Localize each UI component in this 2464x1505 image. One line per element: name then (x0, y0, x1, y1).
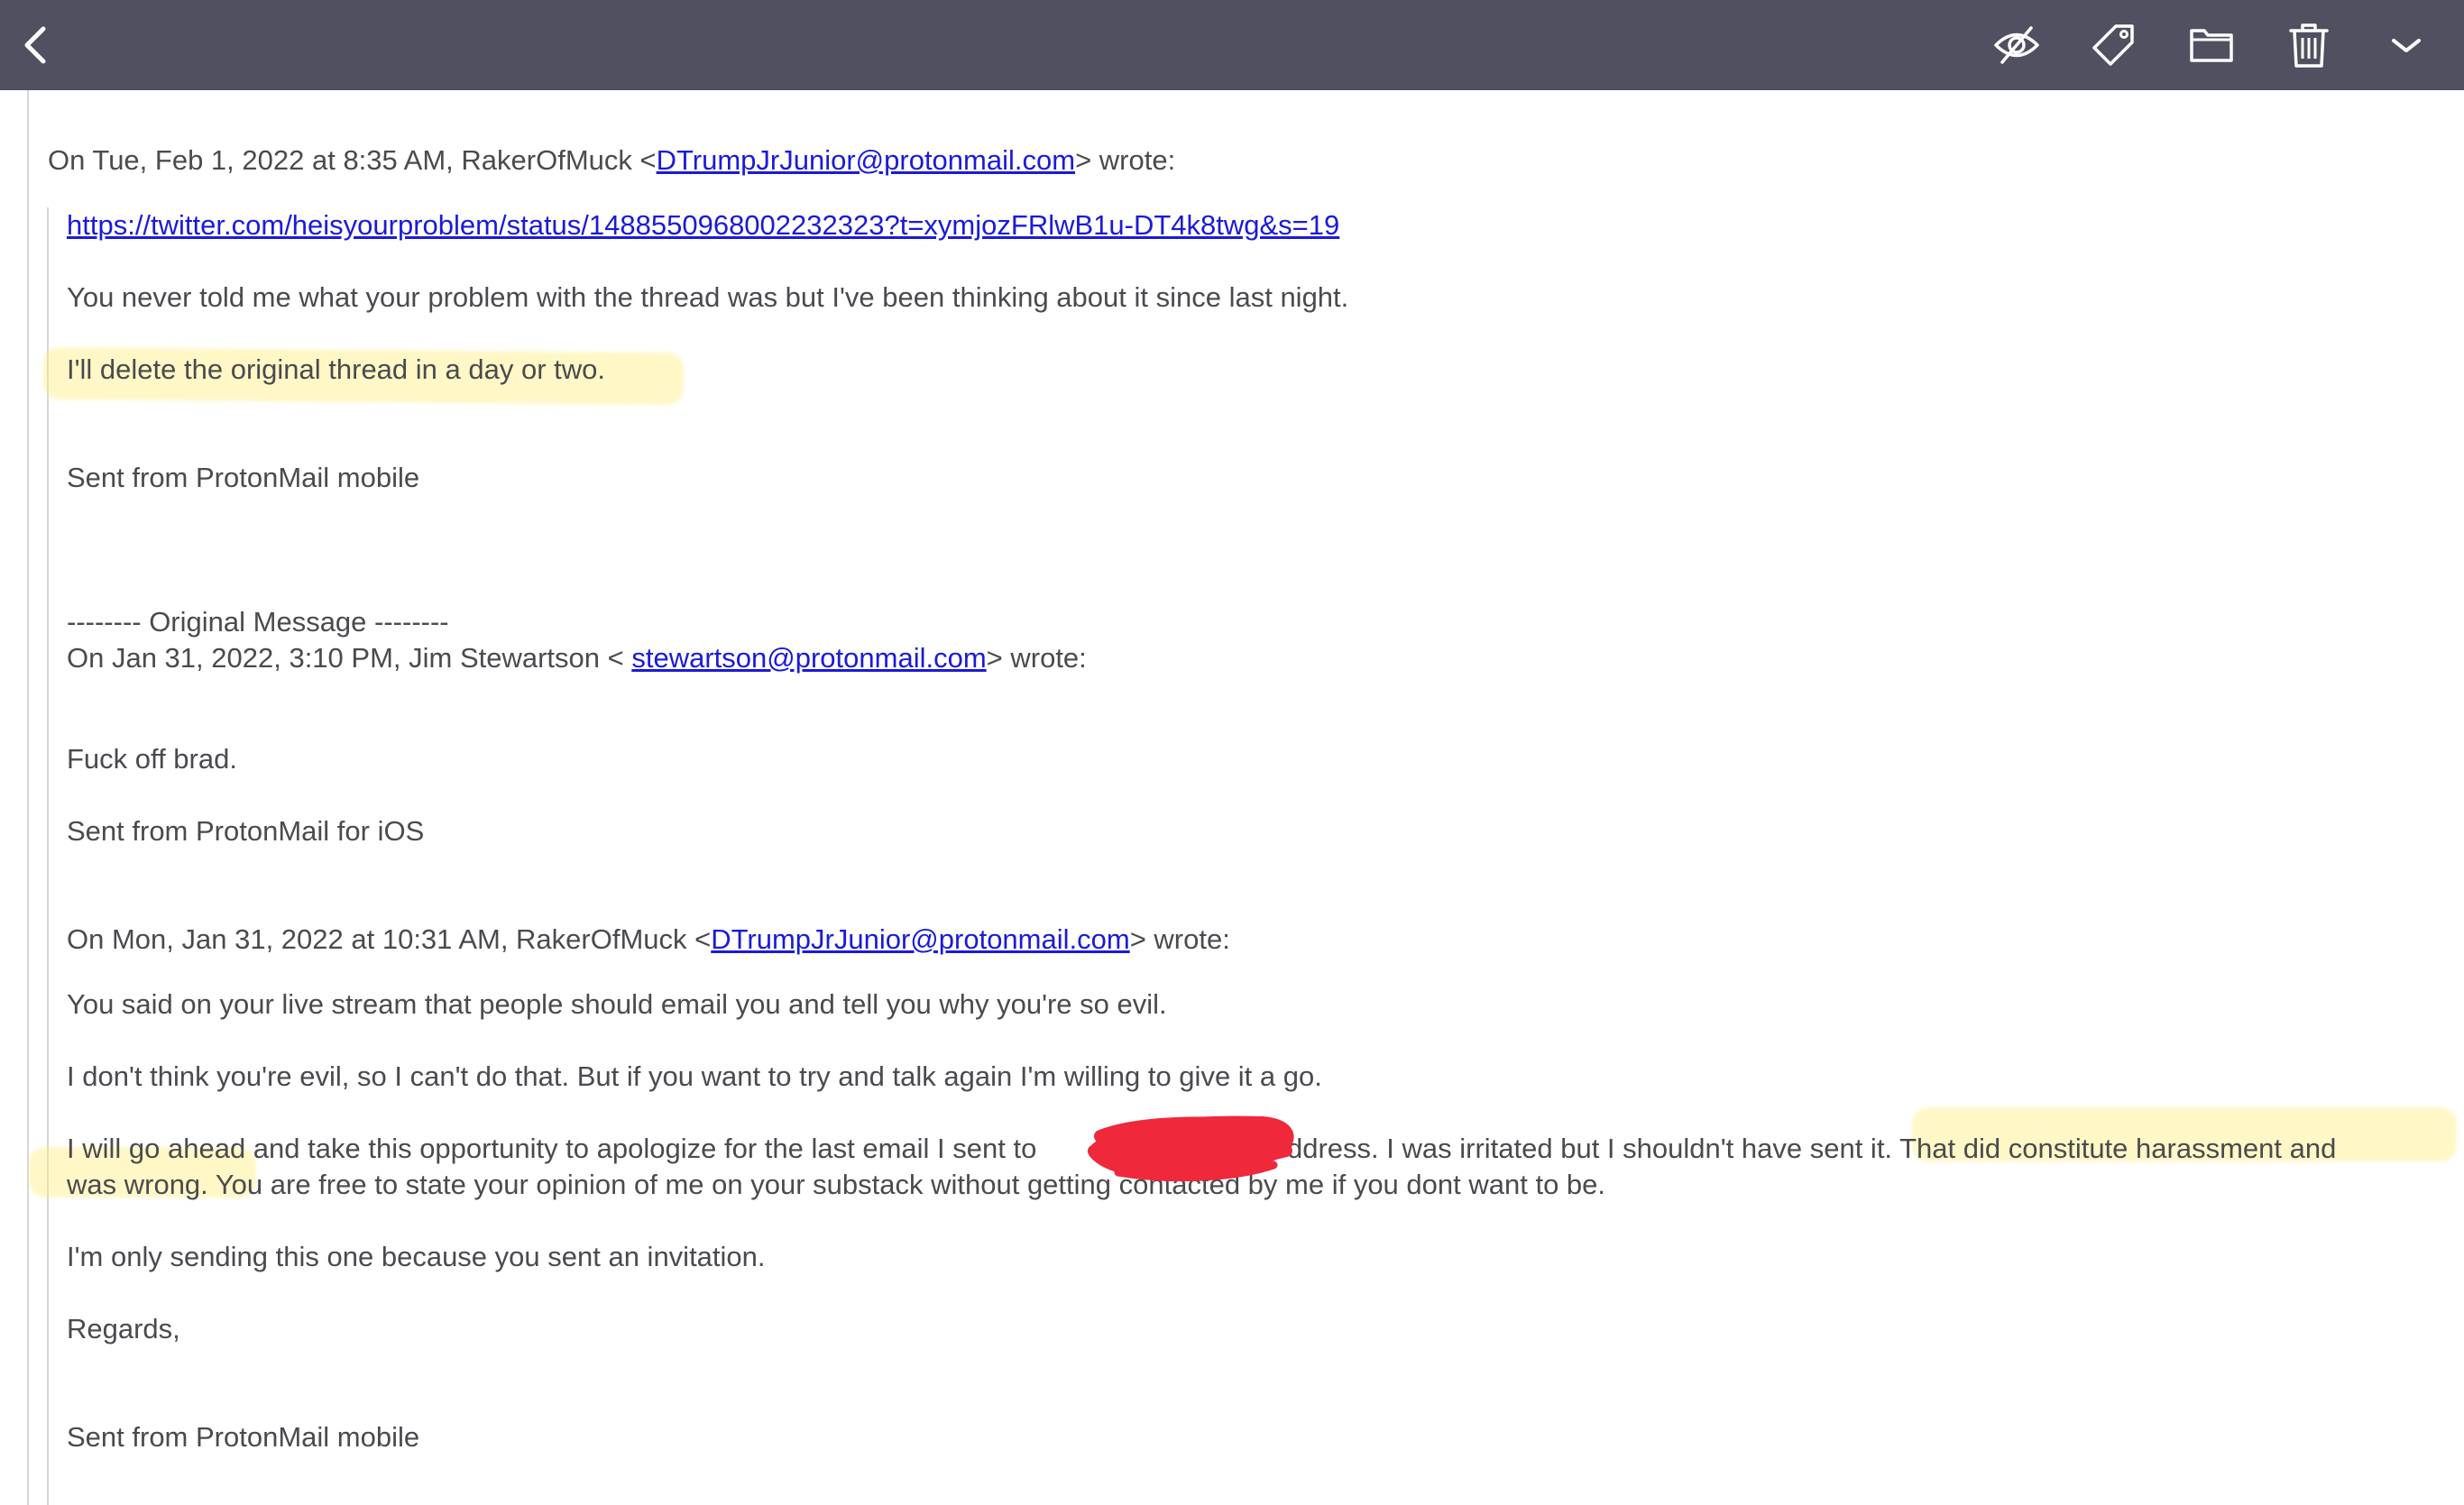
sender-email-link[interactable]: DTrumpJrJunior@protonmail.com (657, 144, 1075, 176)
signature: Sent from ProtonMail for iOS (67, 815, 425, 847)
quote-header: On Mon, Jan 31, 2022 at 10:31 AM, RakerO… (67, 922, 1230, 958)
paragraph: You said on your live stream that people… (67, 988, 1167, 1020)
paragraph: I don't think you're evil, so I can't do… (67, 1060, 1322, 1092)
toolbar (0, 0, 2464, 90)
move-to-folder-button[interactable] (2180, 14, 2243, 77)
signature: Sent from ProtonMail mobile (67, 1421, 420, 1453)
twitter-link[interactable]: https://twitter.com/heisyourproblem/stat… (67, 209, 1339, 241)
more-options-button[interactable] (2375, 14, 2438, 77)
paragraph-line: I will go ahead and take this opportunit… (67, 1133, 1037, 1164)
header-prefix: On Tue, Feb 1, 2022 at 8:35 AM, RakerOfM… (48, 144, 657, 176)
header-suffix: > wrote: (1075, 144, 1176, 176)
link-line: https://twitter.com/heisyourproblem/stat… (67, 207, 1339, 243)
mark-unread-button[interactable] (1985, 14, 2048, 77)
header-suffix: > wrote: (986, 642, 1087, 674)
quote-header: On Tue, Feb 1, 2022 at 8:35 AM, RakerOfM… (48, 142, 1175, 179)
paragraph-line: ddress. I was irritated but I shouldn't … (1287, 1133, 2337, 1164)
header-prefix: On Jan 31, 2022, 3:10 PM, Jim Stewartson… (67, 642, 632, 674)
paragraph-highlighted: I'll delete the original thread in a day… (67, 353, 605, 385)
email-body: On Tue, Feb 1, 2022 at 8:35 AM, RakerOfM… (0, 90, 2464, 1505)
closing: Regards, (67, 1313, 180, 1344)
chevron-left-icon (24, 26, 46, 64)
sender-email-link[interactable]: stewartson@protonmail.com (631, 642, 986, 674)
reply-text: Fuck off brad. (67, 743, 237, 775)
delete-button[interactable] (2277, 14, 2340, 77)
chevron-down-icon (2392, 39, 2421, 52)
folder-icon (2190, 29, 2233, 62)
eye-slash-icon (1994, 26, 2039, 64)
signature: Sent from ProtonMail mobile (67, 462, 420, 493)
quote-border-inner (47, 207, 49, 1505)
redaction-scribble (1087, 1115, 1294, 1182)
trash-icon (2289, 23, 2329, 68)
quote-border-outer (27, 90, 29, 1505)
paragraph: You never told me what your problem with… (67, 281, 1349, 313)
header-prefix: On Mon, Jan 31, 2022 at 10:31 AM, RakerO… (67, 923, 712, 955)
tag-icon (2092, 24, 2134, 66)
quote-header: On Jan 31, 2022, 3:10 PM, Jim Stewartson… (67, 640, 1087, 676)
header-suffix: > wrote: (1129, 923, 1230, 955)
back-button[interactable] (5, 14, 68, 77)
sender-email-link[interactable]: DTrumpJrJunior@protonmail.com (711, 923, 1129, 955)
paragraph: I'm only sending this one because you se… (67, 1241, 766, 1272)
original-message-divider: -------- Original Message -------- (67, 606, 449, 638)
paragraph-line: was wrong. You are free to state your op… (67, 1169, 1606, 1200)
label-button[interactable] (2082, 14, 2146, 77)
